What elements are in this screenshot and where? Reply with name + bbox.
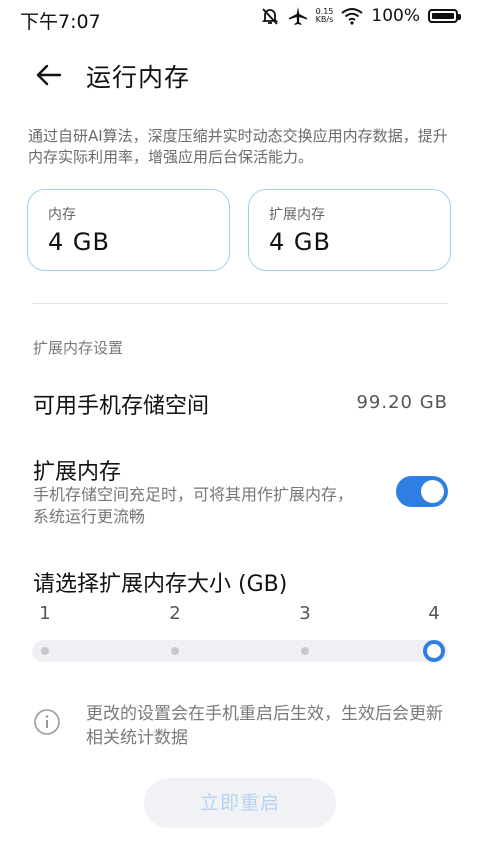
expand-memory-toggle[interactable] bbox=[396, 476, 448, 507]
memory-card-value: 4 GB bbox=[48, 228, 110, 256]
status-icons: 0.15 KB/s 100% bbox=[260, 6, 461, 26]
expanded-memory-card: 扩展内存 4 GB bbox=[248, 189, 451, 271]
slider-stop-3[interactable] bbox=[301, 647, 309, 655]
slider-stop-1[interactable] bbox=[41, 647, 49, 655]
available-storage-label: 可用手机存储空间 bbox=[33, 394, 210, 419]
page-title: 运行内存 bbox=[86, 63, 191, 92]
expanded-memory-card-label: 扩展内存 bbox=[269, 207, 325, 223]
toggle-knob bbox=[421, 480, 444, 503]
section-header: 扩展内存设置 bbox=[33, 339, 124, 357]
expand-memory-description: 手机存储空间充足时，可将其用作扩展内存，系统运行更流畅 bbox=[33, 485, 354, 526]
size-selector-label: 请选择扩展内存大小 (GB) bbox=[33, 572, 288, 597]
memory-card: 内存 4 GB bbox=[27, 189, 230, 271]
mute-bell-icon bbox=[261, 8, 278, 25]
size-tick-2[interactable]: 2 bbox=[169, 603, 180, 624]
size-slider[interactable] bbox=[32, 640, 448, 662]
info-icon bbox=[34, 709, 60, 735]
net-speed-unit: KB/s bbox=[315, 15, 334, 24]
wifi-icon bbox=[341, 8, 364, 25]
airplane-icon bbox=[288, 7, 307, 25]
description: 通过自研AI算法，深度压缩并实时动态交换应用内存数据，提升内存实际利用率，增强应… bbox=[28, 127, 448, 166]
slider-thumb[interactable] bbox=[423, 640, 445, 662]
size-tick-3[interactable]: 3 bbox=[299, 603, 310, 624]
restart-now-button[interactable]: 立即重启 bbox=[144, 778, 336, 828]
restart-notice: 更改的设置会在手机重启后生效，生效后会更新相关统计数据 bbox=[86, 704, 443, 748]
battery-icon bbox=[428, 9, 461, 23]
expanded-memory-card-value: 4 GB bbox=[269, 228, 331, 256]
battery-fill bbox=[432, 13, 454, 19]
status-time: 下午7:07 bbox=[20, 11, 101, 33]
available-storage-value: 99.20 GB bbox=[356, 392, 448, 413]
battery-percent: 100% bbox=[371, 6, 420, 26]
memory-card-label: 内存 bbox=[48, 207, 76, 223]
slider-stop-2[interactable] bbox=[171, 647, 179, 655]
size-tick-4[interactable]: 4 bbox=[428, 603, 439, 624]
size-tick-1[interactable]: 1 bbox=[39, 603, 50, 624]
divider bbox=[32, 303, 448, 304]
back-arrow-icon[interactable] bbox=[34, 60, 64, 90]
net-speed: 0.15 KB/s bbox=[316, 8, 334, 24]
expand-memory-label: 扩展内存 bbox=[33, 460, 122, 485]
